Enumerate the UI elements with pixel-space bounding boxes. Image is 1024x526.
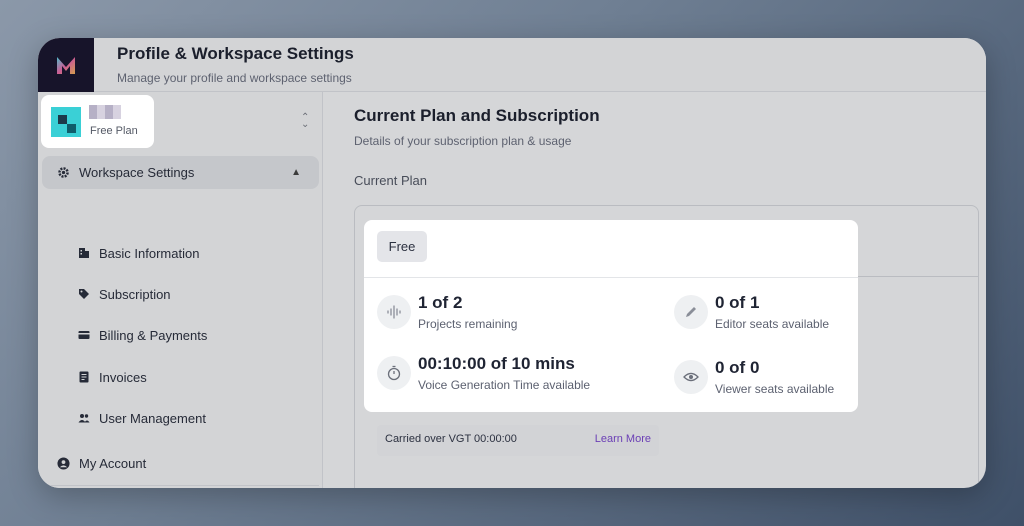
section-subtitle: Details of your subscription plan & usag…: [354, 134, 572, 148]
plan-details-panel: Free 1 of 2 Projects remaining 0 of 1 Ed…: [364, 220, 858, 412]
sidebar-item-basic-information[interactable]: Basic Information: [78, 241, 199, 265]
page-subtitle: Manage your profile and workspace settin…: [117, 71, 352, 85]
stat-label: Viewer seats available: [715, 382, 835, 396]
page-header: Profile & Workspace Settings Manage your…: [38, 38, 986, 92]
users-icon: [78, 414, 90, 423]
stat-label: Projects remaining: [418, 317, 518, 331]
credit-card-icon: [78, 331, 90, 339]
carryover-banner: Carried over VGT 00:00:00 Learn More: [377, 425, 659, 456]
workspace-plan-label: Free Plan: [90, 125, 138, 137]
stat-value: 1 of 2: [418, 293, 463, 312]
stat-value: 0 of 0: [715, 358, 760, 377]
stopwatch-icon: [377, 356, 411, 390]
logo-icon: [57, 57, 75, 74]
carryover-text: Carried over VGT 00:00:00: [385, 433, 517, 445]
workspace-avatar: [51, 107, 81, 137]
stat-label: Editor seats available: [715, 317, 830, 331]
building-icon: [79, 248, 89, 258]
workspace-switcher[interactable]: Free Plan: [41, 95, 154, 148]
section-title: Current Plan and Subscription: [354, 106, 600, 125]
sidebar-item-billing-payments[interactable]: Billing & Payments: [78, 323, 207, 347]
stat-value: 00:10:00 of 10 mins: [418, 354, 575, 373]
document-icon: [79, 371, 89, 383]
chevron-up-icon: ▲: [291, 167, 301, 178]
tag-icon: [79, 289, 89, 299]
sidebar: ⌃ ⌄ Workspace Settings ▲ Basic Informatio…: [38, 92, 323, 488]
waveform-icon: [377, 295, 411, 329]
sidebar-item-label: Basic Information: [99, 245, 200, 261]
divider: [364, 277, 858, 278]
stat-label: Voice Generation Time available: [418, 378, 591, 392]
sidebar-item-my-account[interactable]: My Account: [42, 447, 319, 480]
user-circle-icon: [57, 457, 70, 470]
stat-value: 0 of 1: [715, 293, 760, 312]
pencil-icon: [674, 295, 708, 329]
sidebar-item-label: Invoices: [99, 369, 147, 385]
sidebar-item-user-management[interactable]: User Management: [78, 406, 206, 430]
sidebar-item-invoices[interactable]: Invoices: [78, 365, 147, 389]
sidebar-item-label: Billing & Payments: [99, 327, 208, 343]
sidebar-section-label: Workspace Settings: [79, 165, 195, 180]
sidebar-section-workspace-settings[interactable]: Workspace Settings ▲: [42, 156, 319, 189]
current-plan-label: Current Plan: [354, 173, 427, 188]
page-title: Profile & Workspace Settings: [117, 44, 354, 63]
sidebar-item-label: My Account: [79, 456, 147, 471]
sidebar-item-label: User Management: [99, 410, 206, 426]
eye-icon: [674, 360, 708, 394]
plan-badge: Free: [377, 231, 427, 262]
workspace-name-redacted: [89, 105, 121, 119]
chevron-up-down-icon[interactable]: ⌃ ⌄: [301, 113, 309, 130]
sidebar-item-subscription[interactable]: Subscription: [78, 282, 171, 306]
sidebar-divider: [42, 485, 319, 486]
app-logo[interactable]: [38, 38, 94, 92]
learn-more-link[interactable]: Learn More: [595, 433, 651, 445]
gear-icon: [58, 167, 69, 178]
sidebar-item-label: Subscription: [99, 286, 171, 302]
